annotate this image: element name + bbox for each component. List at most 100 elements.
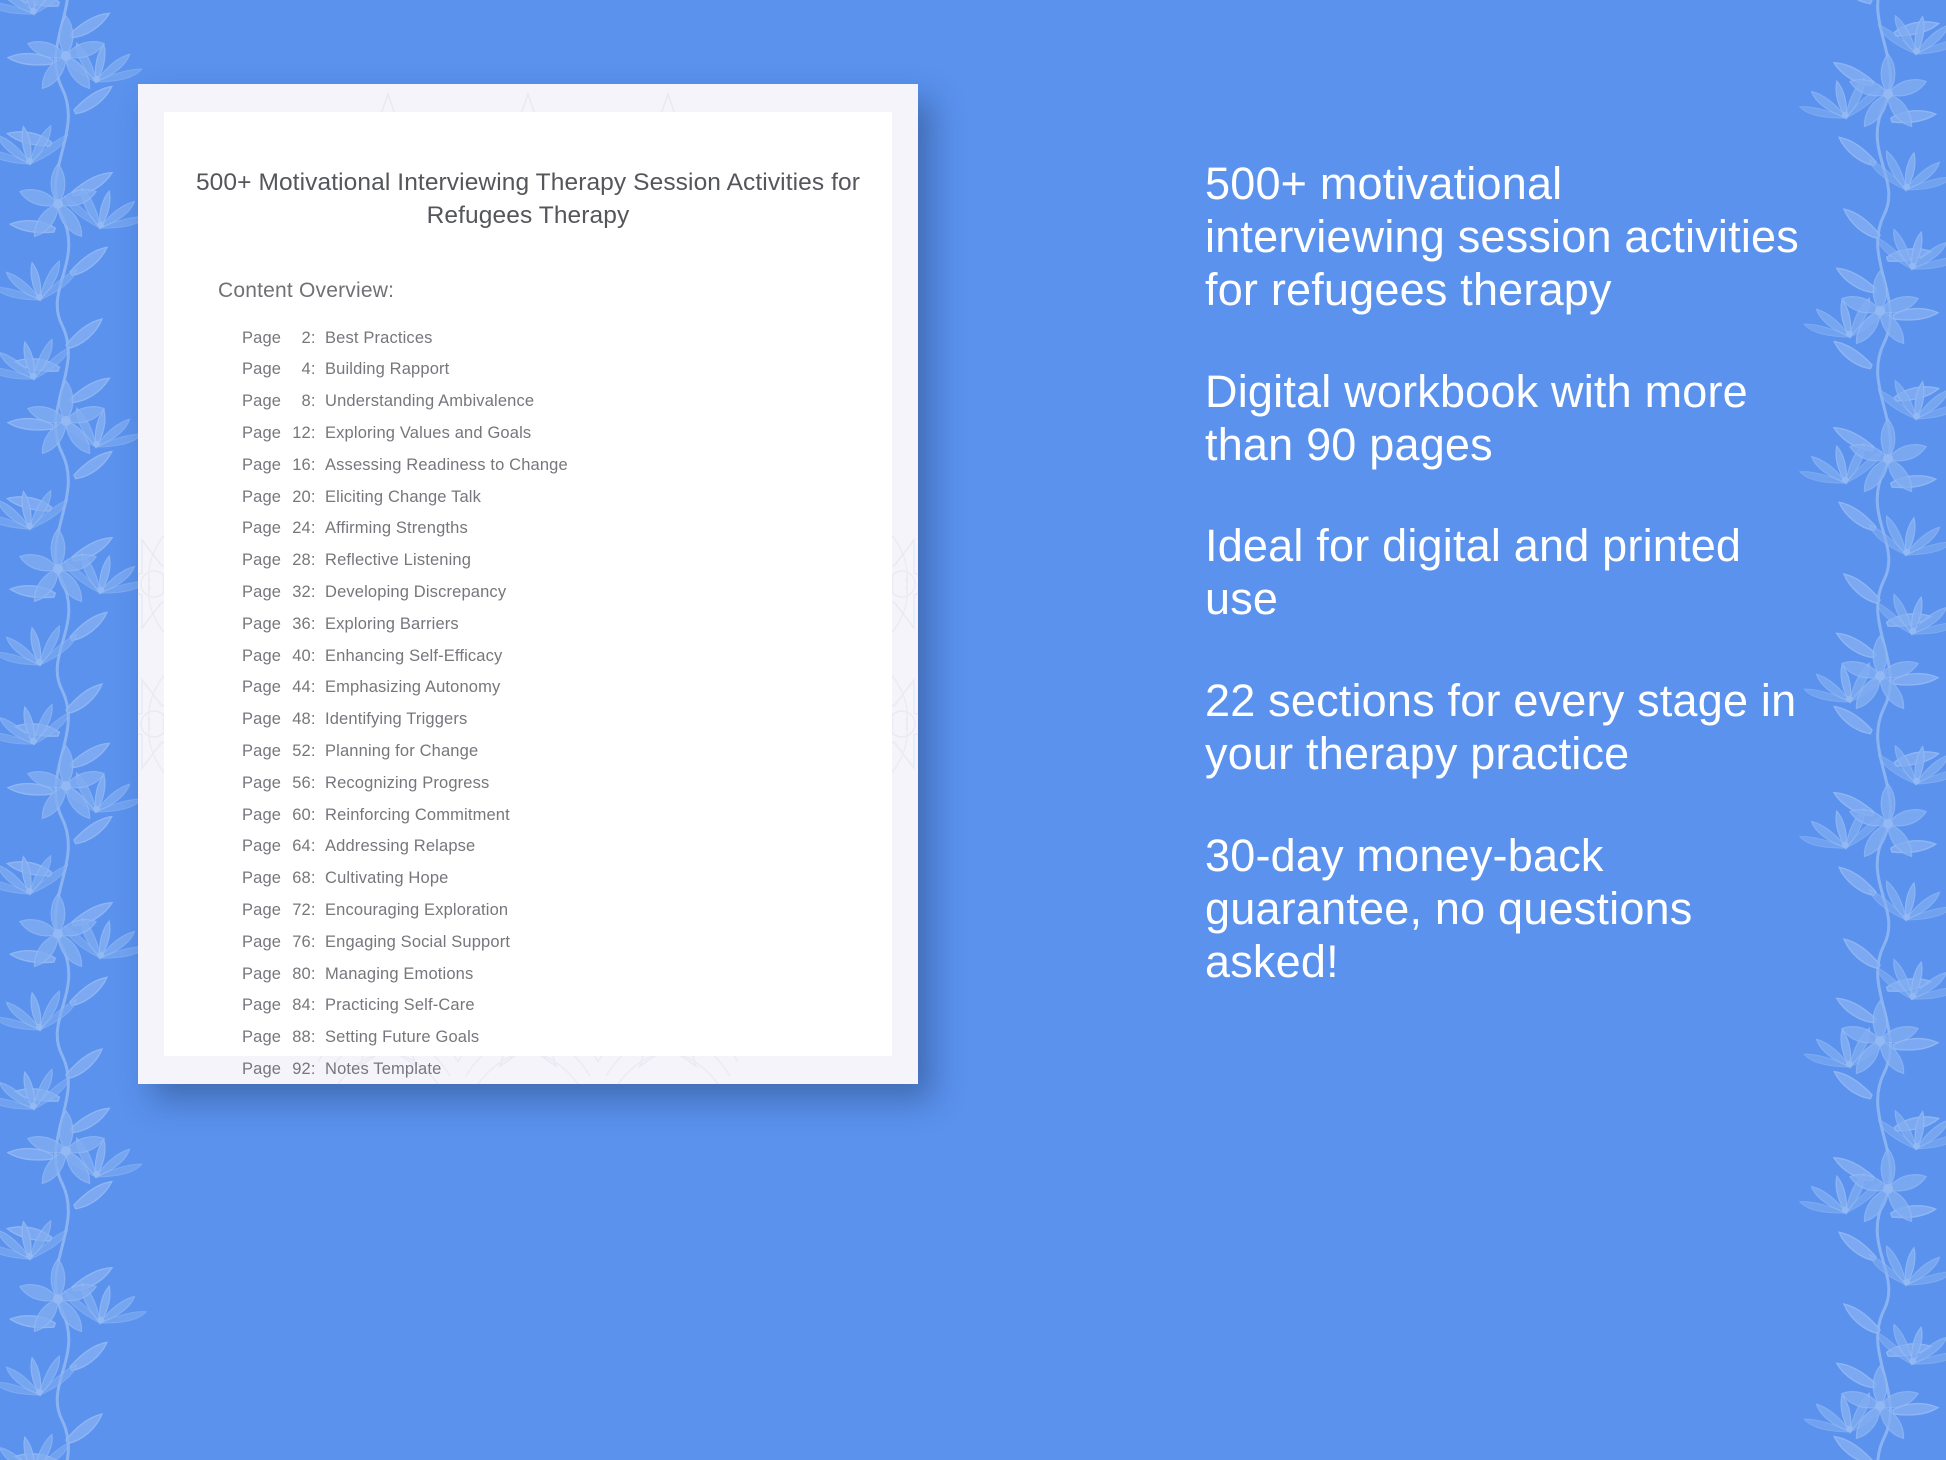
- toc-page-word: Page: [242, 710, 286, 729]
- table-of-contents: Page 2: Best Practices Page 4: Building Rap…: [164, 329, 892, 1084]
- toc-colon: :: [310, 328, 316, 347]
- toc-row: Page 16: Assessing Readiness to Change: [242, 456, 892, 488]
- toc-page-word: Page: [242, 583, 286, 601]
- toc-row: Page 36: Exploring Barriers: [242, 615, 892, 647]
- toc-page-number: 8: [301, 392, 311, 411]
- toc-section-title: Developing Discrepancy: [325, 583, 507, 601]
- toc-colon: :: [310, 869, 316, 888]
- toc-section-title: Emphasizing Autonomy: [325, 678, 501, 697]
- page-title: 500+ Motivational Interviewing Therapy S…: [195, 169, 861, 230]
- toc-page-label: Page 68:: [242, 869, 316, 888]
- toc-page-number: 80: [292, 964, 311, 983]
- toc-page-word: Page: [242, 392, 286, 411]
- toc-colon: :: [310, 424, 316, 443]
- toc-colon: :: [310, 519, 316, 538]
- toc-page-number: 32: [292, 583, 311, 601]
- toc-section-title: Best Practices: [325, 328, 433, 347]
- toc-colon: :: [310, 996, 316, 1015]
- toc-page-word: Page: [242, 1028, 286, 1047]
- toc-section-title: Assessing Readiness to Change: [325, 455, 568, 474]
- marketing-bullet: Ideal for digital and printed use: [1205, 520, 1742, 625]
- toc-row: Page 84: Practicing Self-Care: [242, 996, 892, 1028]
- toc-page-word: Page: [242, 932, 286, 951]
- toc-page-word: Page: [242, 996, 286, 1015]
- toc-colon: :: [310, 392, 316, 411]
- content-overview-label: Content Overview:: [218, 278, 395, 302]
- toc-row: Page 60: Reinforcing Commitment: [242, 806, 892, 838]
- toc-colon: :: [310, 1059, 316, 1078]
- toc-page-word: Page: [242, 551, 286, 570]
- marketing-bullet: 30-day money-back guarantee, no question…: [1205, 829, 1693, 987]
- toc-row: Page 4: Building Rapport: [242, 360, 892, 392]
- document-mat: 500+ Motivational Interviewing Therapy S…: [138, 84, 918, 1084]
- toc-page-number: 72: [292, 900, 311, 919]
- toc-page-word: Page: [242, 646, 286, 665]
- toc-colon: :: [310, 710, 316, 729]
- toc-page-word: Page: [242, 487, 286, 506]
- toc-page-label: Page 2:: [242, 329, 316, 348]
- toc-section-title: Encouraging Exploration: [325, 900, 509, 919]
- toc-page-label: Page 16:: [242, 456, 316, 475]
- toc-row: Page 64: Addressing Relapse: [242, 837, 892, 869]
- toc-page-number: 16: [292, 455, 311, 474]
- toc-section-title: Recognizing Progress: [325, 773, 490, 792]
- toc-page-number: 60: [292, 805, 311, 824]
- floral-border-left: [0, 0, 150, 1460]
- document-page: 500+ Motivational Interviewing Therapy S…: [164, 112, 892, 1078]
- toc-colon: :: [310, 583, 316, 601]
- toc-page-label: Page 44:: [242, 678, 316, 697]
- toc-row: Page 8: Understanding Ambivalence: [242, 392, 892, 424]
- toc-page-word: Page: [242, 1059, 286, 1078]
- toc-section-title: Eliciting Change Talk: [325, 487, 482, 506]
- toc-page-label: Page 76:: [242, 933, 316, 952]
- toc-page-word: Page: [242, 805, 286, 824]
- toc-page-word: Page: [242, 328, 286, 347]
- toc-page-number: 20: [292, 487, 311, 506]
- toc-page-label: Page 80:: [242, 965, 316, 984]
- toc-colon: :: [310, 455, 316, 474]
- toc-section-title: Planning for Change: [325, 741, 479, 760]
- toc-page-number: 36: [292, 614, 311, 633]
- marketing-bullet: 500+ motivational interviewing session a…: [1205, 158, 1799, 315]
- toc-row: Page 40: Enhancing Self-Efficacy: [242, 647, 892, 679]
- toc-row: Page 80: Managing Emotions: [242, 965, 892, 997]
- toc-page-label: Page 32:: [242, 583, 316, 602]
- toc-row: Page 32: Developing Discrepancy: [242, 583, 892, 615]
- toc-row: Page 44: Emphasizing Autonomy: [242, 678, 892, 710]
- toc-page-word: Page: [242, 900, 286, 919]
- marketing-bullet: Digital workbook with more than 90 pages: [1205, 365, 1748, 470]
- toc-colon: :: [310, 551, 316, 570]
- toc-page-word: Page: [242, 869, 286, 888]
- toc-section-title: Exploring Values and Goals: [325, 424, 532, 443]
- toc-page-label: Page 60:: [242, 806, 316, 825]
- toc-page-label: Page 8:: [242, 392, 316, 411]
- toc-page-number: 4: [301, 360, 311, 379]
- toc-page-word: Page: [242, 614, 286, 633]
- toc-page-number: 52: [292, 741, 311, 760]
- toc-colon: :: [310, 487, 316, 506]
- toc-row: Page 92: Notes Template: [242, 1060, 892, 1084]
- toc-section-title: Setting Future Goals: [325, 1028, 480, 1047]
- toc-section-title: Enhancing Self-Efficacy: [325, 646, 503, 665]
- toc-row: Page 24: Affirming Strengths: [242, 519, 892, 551]
- toc-page-number: 64: [292, 837, 311, 856]
- toc-section-title: Exploring Barriers: [325, 614, 459, 633]
- toc-section-title: Affirming Strengths: [325, 519, 468, 538]
- workbook-preview[interactable]: 500+ Motivational Interviewing Therapy S…: [138, 84, 918, 1084]
- toc-section-title: Managing Emotions: [325, 964, 474, 983]
- toc-page-label: Page 84:: [242, 996, 316, 1015]
- toc-page-number: 68: [292, 869, 311, 888]
- toc-colon: :: [310, 964, 316, 983]
- toc-row: Page 12: Exploring Values and Goals: [242, 424, 892, 456]
- toc-page-label: Page 12:: [242, 424, 316, 443]
- toc-page-number: 40: [292, 646, 311, 665]
- toc-colon: :: [310, 773, 316, 792]
- toc-page-word: Page: [242, 360, 286, 379]
- toc-row: Page 48: Identifying Triggers: [242, 710, 892, 742]
- toc-section-title: Practicing Self-Care: [325, 996, 475, 1015]
- toc-page-word: Page: [242, 773, 286, 792]
- marketing-bullets: 500+ motivational interviewing session a…: [1205, 158, 1805, 989]
- toc-page-label: Page 24:: [242, 519, 316, 538]
- toc-row: Page 56: Recognizing Progress: [242, 774, 892, 806]
- toc-page-number: 2: [301, 328, 311, 347]
